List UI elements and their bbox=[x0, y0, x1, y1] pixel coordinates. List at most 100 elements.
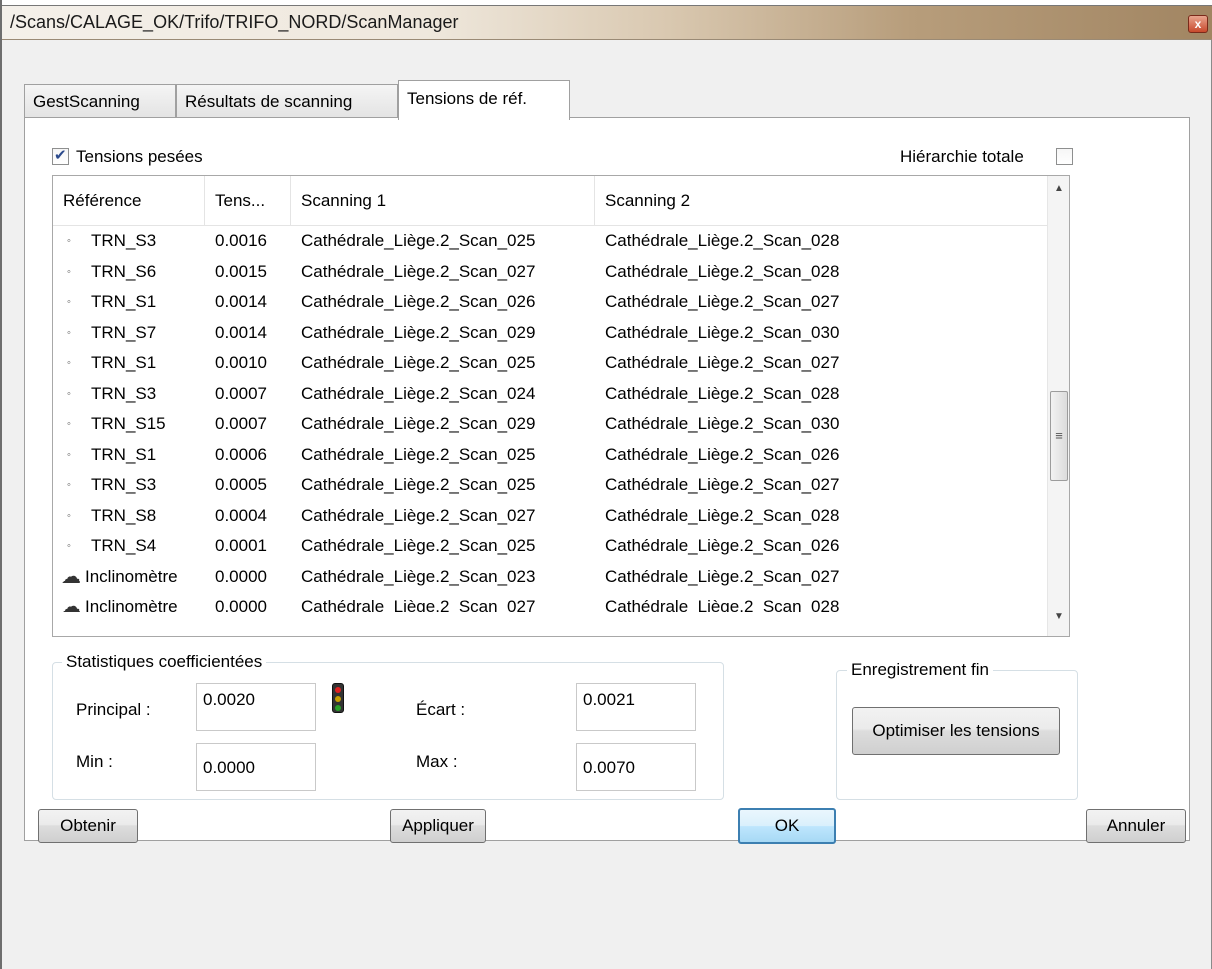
table-row[interactable]: ◦ TRN_S3 0.0005 Cathédrale_Liège.2_Scan_025… bbox=[53, 470, 1048, 501]
table-row[interactable]: ◦ TRN_S3 0.0016 Cathédrale_Liège.2_Scan_025… bbox=[53, 226, 1048, 257]
target-point-icon: ◦ bbox=[67, 357, 71, 369]
target-point-icon: ◦ bbox=[67, 418, 71, 430]
row-tension: 0.0015 bbox=[215, 261, 267, 281]
tab-tensions-ref[interactable]: Tensions de réf. bbox=[398, 80, 570, 120]
principal-label: Principal : bbox=[76, 700, 151, 719]
max-field[interactable]: 0.0070 bbox=[576, 743, 696, 791]
row-reference: TRN_S4 bbox=[91, 536, 157, 555]
row-reference: TRN_S1 bbox=[91, 292, 157, 311]
row-scanning-1: Cathédrale_Liège.2_Scan_027 bbox=[301, 597, 536, 612]
table-row[interactable]: ☁ Inclinomètre 0.0000 Cathédrale_Liège.2_Sc… bbox=[53, 592, 1048, 612]
get-button[interactable]: Obtenir bbox=[38, 809, 138, 843]
table-row[interactable]: ◦ TRN_S4 0.0001 Cathédrale_Liège.2_Scan_025… bbox=[53, 531, 1048, 562]
table-row[interactable]: ◦ TRN_S1 0.0006 Cathédrale_Liège.2_Scan_025… bbox=[53, 440, 1048, 471]
traffic-light-icon bbox=[332, 683, 344, 713]
target-point-icon: ◦ bbox=[67, 326, 71, 339]
row-reference: Inclinomètre bbox=[85, 597, 178, 612]
row-reference: TRN_S1 bbox=[91, 444, 157, 464]
row-scanning-2: Cathédrale_Liège.2_Scan_028 bbox=[605, 231, 840, 250]
column-header-tension[interactable]: Tens... bbox=[205, 176, 291, 226]
column-header-scanning-2[interactable]: Scanning 2 bbox=[595, 176, 1048, 226]
scroll-down-icon[interactable]: ▼ bbox=[1048, 606, 1069, 628]
hierarchy-checkbox[interactable] bbox=[1056, 148, 1073, 165]
row-tension: 0.0010 bbox=[215, 353, 267, 372]
row-scanning-1: Cathédrale_Liège.2_Scan_025 bbox=[301, 536, 536, 555]
table-row[interactable]: ◦ TRN_S1 0.0010 Cathédrale_Liège.2_Scan_025… bbox=[53, 348, 1048, 379]
stats-group-title: Statistiques coefficientées bbox=[62, 652, 267, 672]
table-header: Référence Tens... Scanning 1 Scanning 2 bbox=[53, 176, 1048, 226]
target-point-icon: ◦ bbox=[67, 448, 71, 461]
table-row[interactable]: ◦ TRN_S6 0.0015 Cathédrale_Liège.2_Scan_027… bbox=[53, 257, 1048, 288]
row-scanning-1: Cathédrale_Liège.2_Scan_026 bbox=[301, 292, 536, 311]
target-point-icon: ◦ bbox=[67, 296, 71, 308]
row-tension: 0.0016 bbox=[215, 231, 267, 250]
row-reference: TRN_S3 bbox=[91, 475, 157, 494]
cancel-button[interactable]: Annuler bbox=[1086, 809, 1186, 843]
min-label: Min : bbox=[76, 752, 113, 771]
weighted-tensions-checkbox[interactable] bbox=[52, 146, 69, 165]
row-scanning-2: Cathédrale_Liège.2_Scan_030 bbox=[605, 414, 840, 433]
target-point-icon: ◦ bbox=[67, 479, 71, 491]
ok-button[interactable]: OK bbox=[738, 808, 836, 844]
table-body: ◦ TRN_S3 0.0016 Cathédrale_Liège.2_Scan_025… bbox=[53, 226, 1048, 612]
inclinometer-icon: ☁ bbox=[61, 565, 81, 588]
target-point-icon: ◦ bbox=[67, 387, 71, 400]
row-reference: TRN_S6 bbox=[91, 261, 157, 281]
row-scanning-1: Cathédrale_Liège.2_Scan_025 bbox=[301, 475, 536, 494]
scroll-up-icon[interactable]: ▲ bbox=[1048, 178, 1069, 200]
green-light bbox=[335, 705, 341, 711]
row-scanning-1: Cathédrale_Liège.2_Scan_025 bbox=[301, 353, 536, 372]
column-header-reference[interactable]: Référence bbox=[53, 176, 205, 226]
row-tension: 0.0000 bbox=[215, 566, 267, 586]
ecart-field[interactable]: 0.0021 bbox=[576, 683, 696, 731]
apply-button[interactable]: Appliquer bbox=[390, 809, 486, 843]
table-row[interactable]: ◦ TRN_S15 0.0007 Cathédrale_Liège.2_Scan_02… bbox=[53, 409, 1048, 440]
target-point-icon: ◦ bbox=[67, 509, 71, 522]
optimize-tensions-button[interactable]: Optimiser les tensions bbox=[852, 707, 1060, 755]
table-row[interactable]: ◦ TRN_S3 0.0007 Cathédrale_Liège.2_Scan_024… bbox=[53, 379, 1048, 410]
row-scanning-2: Cathédrale_Liège.2_Scan_027 bbox=[605, 475, 840, 494]
row-reference: TRN_S15 bbox=[91, 414, 166, 433]
tensions-table[interactable]: Référence Tens... Scanning 1 Scanning 2 … bbox=[52, 175, 1070, 637]
row-scanning-2: Cathédrale_Liège.2_Scan_027 bbox=[605, 353, 840, 372]
row-scanning-1: Cathédrale_Liège.2_Scan_029 bbox=[301, 414, 536, 433]
row-tension: 0.0004 bbox=[215, 505, 267, 525]
vertical-scrollbar[interactable]: ▲ ≡ ▼ bbox=[1047, 176, 1069, 636]
row-scanning-1: Cathédrale_Liège.2_Scan_029 bbox=[301, 322, 536, 342]
row-tension: 0.0007 bbox=[215, 414, 267, 433]
row-scanning-2: Cathédrale_Liège.2_Scan_026 bbox=[605, 444, 840, 464]
table-row[interactable]: ☁ Inclinomètre 0.0000 Cathédrale_Liège.2_Sc… bbox=[53, 562, 1048, 593]
tab-resultats-scanning[interactable]: Résultats de scanning bbox=[176, 84, 398, 118]
inclinometer-icon: ☁ bbox=[61, 596, 81, 612]
row-scanning-1: Cathédrale_Liège.2_Scan_027 bbox=[301, 505, 536, 525]
column-header-scanning-1[interactable]: Scanning 1 bbox=[291, 176, 595, 226]
tab-gestscanning[interactable]: GestScanning bbox=[24, 84, 176, 118]
title-gap bbox=[10, 40, 1206, 48]
row-scanning-2: Cathédrale_Liège.2_Scan_030 bbox=[605, 322, 840, 342]
title-bar[interactable]: /Scans/CALAGE_OK/Trifo/TRIFO_NORD/ScanMa… bbox=[2, 6, 1212, 40]
row-tension: 0.0014 bbox=[215, 322, 267, 342]
row-scanning-1: Cathédrale_Liège.2_Scan_024 bbox=[301, 383, 536, 403]
red-light bbox=[335, 687, 341, 693]
scroll-thumb[interactable]: ≡ bbox=[1050, 391, 1068, 481]
yellow-light bbox=[335, 696, 341, 702]
table-row[interactable]: ◦ TRN_S7 0.0014 Cathédrale_Liège.2_Scan_029… bbox=[53, 318, 1048, 349]
max-label: Max : bbox=[416, 752, 458, 771]
row-scanning-1: Cathédrale_Liège.2_Scan_027 bbox=[301, 261, 536, 281]
weighted-tensions-label: Tensions pesées bbox=[76, 147, 203, 166]
row-scanning-1: Cathédrale_Liège.2_Scan_025 bbox=[301, 444, 536, 464]
window-title: /Scans/CALAGE_OK/Trifo/TRIFO_NORD/ScanMa… bbox=[10, 12, 459, 32]
target-point-icon: ◦ bbox=[67, 265, 71, 278]
principal-field[interactable]: 0.0020 bbox=[196, 683, 316, 731]
close-icon[interactable]: x bbox=[1188, 15, 1208, 33]
row-tension: 0.0014 bbox=[215, 292, 267, 311]
row-tension: 0.0001 bbox=[215, 536, 267, 555]
row-scanning-1: Cathédrale_Liège.2_Scan_023 bbox=[301, 566, 536, 586]
min-field[interactable]: 0.0000 bbox=[196, 743, 316, 791]
hierarchy-label: Hiérarchie totale bbox=[900, 147, 1024, 166]
table-row[interactable]: ◦ TRN_S8 0.0004 Cathédrale_Liège.2_Scan_027… bbox=[53, 501, 1048, 532]
target-point-icon: ◦ bbox=[67, 540, 71, 552]
row-reference: TRN_S7 bbox=[91, 322, 157, 342]
table-row[interactable]: ◦ TRN_S1 0.0014 Cathédrale_Liège.2_Scan_026… bbox=[53, 287, 1048, 318]
fine-registration-title: Enregistrement fin bbox=[847, 660, 993, 680]
